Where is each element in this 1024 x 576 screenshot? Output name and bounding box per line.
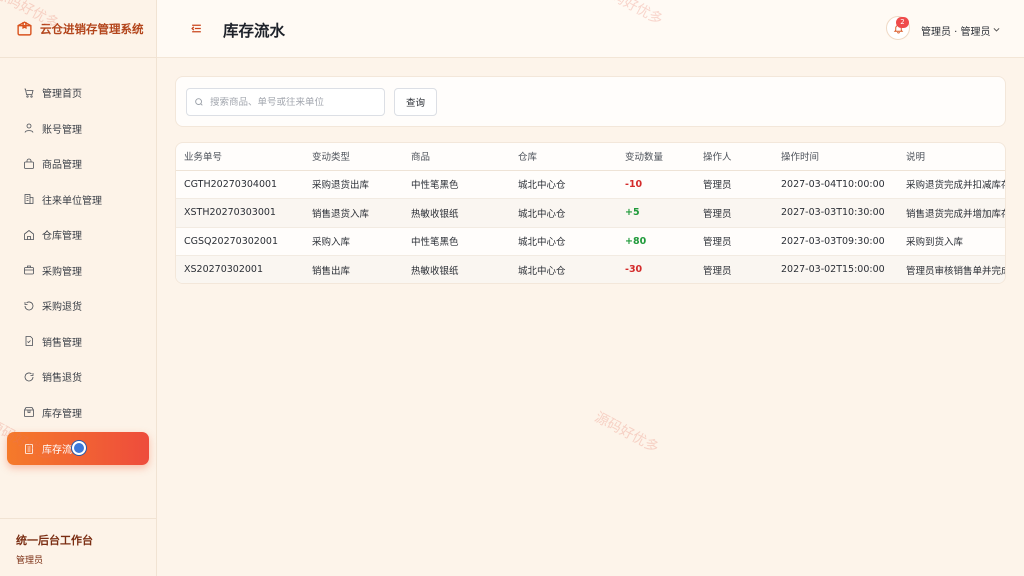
ledger-icon <box>25 443 33 454</box>
cell-product: 热敏收银纸 <box>403 255 510 283</box>
cell-product: 中性笔黑色 <box>403 170 510 199</box>
table-row[interactable]: XSTH20270303001 销售退货入库 热敏收银纸 城北中心仓 +5 管理… <box>176 198 1005 228</box>
box-icon <box>24 407 34 418</box>
cell-operator: 管理员 <box>695 170 773 199</box>
warehouse-icon <box>24 229 34 240</box>
user-menu[interactable]: 管理员 · 管理员 <box>921 23 991 38</box>
search-input[interactable] <box>210 96 380 108</box>
watermark: 源码好优多 <box>591 409 662 457</box>
sidebar-item-label: 账号管理 <box>42 124 82 136</box>
top-bar: 库存流水 2 管理员 · 管理员 <box>157 0 1024 58</box>
sidebar-item-inventory-ledger[interactable]: 库存流水 <box>7 432 149 465</box>
column-header-time: 操作时间 <box>773 143 898 171</box>
user-icon <box>24 123 34 133</box>
cell-note: 采购到货入库 <box>898 227 1005 256</box>
sidebar-item-dashboard[interactable]: 管理首页 <box>0 75 156 111</box>
search-icon <box>195 98 203 106</box>
cell-type: 销售出库 <box>304 255 403 283</box>
chevron-down-icon[interactable] <box>992 25 1001 34</box>
sidebar-item-purchasing[interactable]: 采购管理 <box>0 253 156 289</box>
workspace-name: 统一后台工作台 <box>16 534 93 547</box>
column-header-note: 说明 <box>898 143 1005 171</box>
cell-quantity: +80 <box>617 227 695 256</box>
table-row[interactable]: XS20270302001 销售出库 热敏收银纸 城北中心仓 -30 管理员 2… <box>176 255 1005 283</box>
query-button[interactable]: 查询 <box>394 88 437 116</box>
column-header-order-no: 业务单号 <box>176 143 304 171</box>
cell-order-no: CGTH20270304001 <box>176 170 304 199</box>
notification-badge: 2 <box>896 17 909 28</box>
sidebar-item-products[interactable]: 商品管理 <box>0 146 156 182</box>
cell-quantity: +5 <box>617 198 695 228</box>
menu-collapse-icon[interactable] <box>190 22 203 35</box>
search-field[interactable] <box>186 88 385 116</box>
cell-type: 采购入库 <box>304 227 403 256</box>
cell-operator: 管理员 <box>695 198 773 228</box>
table-row[interactable]: CGTH20270304001 采购退货出库 中性笔黑色 城北中心仓 -10 管… <box>176 170 1005 199</box>
cell-time: 2027-03-03T09:30:00 <box>773 227 898 256</box>
sidebar-item-warehouses[interactable]: 仓库管理 <box>0 217 156 253</box>
cell-operator: 管理员 <box>695 227 773 256</box>
cell-quantity: -30 <box>617 255 695 283</box>
search-panel: 查询 <box>175 76 1006 127</box>
cell-type: 销售退货入库 <box>304 198 403 228</box>
column-header-quantity: 变动数量 <box>617 143 695 171</box>
table-header-row: 业务单号 变动类型 商品 仓库 变动数量 操作人 操作时间 说明 <box>176 143 1005 171</box>
sidebar-item-label: 仓库管理 <box>42 231 82 243</box>
sidebar-item-inventory[interactable]: 库存管理 <box>0 395 156 431</box>
cell-order-no: XS20270302001 <box>176 255 304 283</box>
cell-order-no: CGSQ20270302001 <box>176 227 304 256</box>
app-title: 云仓进销存管理系统 <box>40 21 144 36</box>
cell-product: 热敏收银纸 <box>403 198 510 228</box>
sidebar-item-sales[interactable]: 销售管理 <box>0 324 156 360</box>
cell-order-no: XSTH20270303001 <box>176 198 304 228</box>
bag-icon <box>24 158 34 169</box>
cell-time: 2027-03-04T10:00:00 <box>773 170 898 199</box>
sidebar-item-sales-returns[interactable]: 销售退货 <box>0 359 156 395</box>
cell-warehouse: 城北中心仓 <box>510 255 617 283</box>
document-check-icon <box>25 336 33 347</box>
sidebar-item-label: 销售退货 <box>42 373 82 385</box>
workspace-info: 统一后台工作台 管理员 <box>0 518 157 576</box>
cell-type: 采购退货出库 <box>304 170 403 199</box>
refresh-icon <box>24 372 34 382</box>
workspace-role: 管理员 <box>16 556 44 566</box>
column-header-warehouse: 仓库 <box>510 143 617 171</box>
sidebar-item-label: 管理首页 <box>42 89 82 101</box>
table-row[interactable]: CGSQ20270302001 采购入库 中性笔黑色 城北中心仓 +80 管理员… <box>176 227 1005 256</box>
sidebar-item-label: 采购退货 <box>42 302 82 314</box>
sidebar-item-label: 库存管理 <box>42 408 82 420</box>
sidebar-item-purchase-returns[interactable]: 采购退货 <box>0 288 156 324</box>
inventory-ledger-table: 业务单号 变动类型 商品 仓库 变动数量 操作人 操作时间 说明 CGTH202… <box>175 142 1006 284</box>
column-header-type: 变动类型 <box>304 143 403 171</box>
cell-warehouse: 城北中心仓 <box>510 227 617 256</box>
sidebar-item-accounts[interactable]: 账号管理 <box>0 111 156 147</box>
cell-time: 2027-03-03T10:30:00 <box>773 198 898 228</box>
sidebar-nav: 管理首页 账号管理 商品管理 往来单位管理 仓库管理 采购管理 采购退货 销售管… <box>0 58 156 465</box>
cell-note: 采购退货完成并扣减库存 <box>898 170 1005 199</box>
building-icon <box>24 194 34 205</box>
column-header-product: 商品 <box>403 143 510 171</box>
sidebar-item-label: 销售管理 <box>42 337 82 349</box>
cell-warehouse: 城北中心仓 <box>510 198 617 228</box>
cell-product: 中性笔黑色 <box>403 227 510 256</box>
sidebar: 云仓进销存管理系统 管理首页 账号管理 商品管理 往来单位管理 仓库管理 采购管… <box>0 0 157 576</box>
sidebar-item-partners[interactable]: 往来单位管理 <box>0 182 156 218</box>
page-title: 库存流水 <box>223 22 286 40</box>
cell-operator: 管理员 <box>695 255 773 283</box>
warehouse-box-logo-icon <box>17 21 32 36</box>
undo-icon <box>24 301 34 311</box>
sidebar-item-label: 采购管理 <box>42 266 82 278</box>
cell-quantity: -10 <box>617 170 695 199</box>
column-header-operator: 操作人 <box>695 143 773 171</box>
cell-time: 2027-03-02T15:00:00 <box>773 255 898 283</box>
home-cart-icon <box>24 88 34 98</box>
brand: 云仓进销存管理系统 <box>0 0 156 58</box>
cell-note: 销售退货完成并增加库存 <box>898 198 1005 228</box>
cell-note: 管理员审核销售单并完成出库 <box>898 255 1005 283</box>
cursor-indicator <box>72 441 86 455</box>
cell-warehouse: 城北中心仓 <box>510 170 617 199</box>
sidebar-item-label: 商品管理 <box>42 160 82 172</box>
sidebar-item-label: 往来单位管理 <box>42 195 102 207</box>
briefcase-icon <box>24 265 34 275</box>
